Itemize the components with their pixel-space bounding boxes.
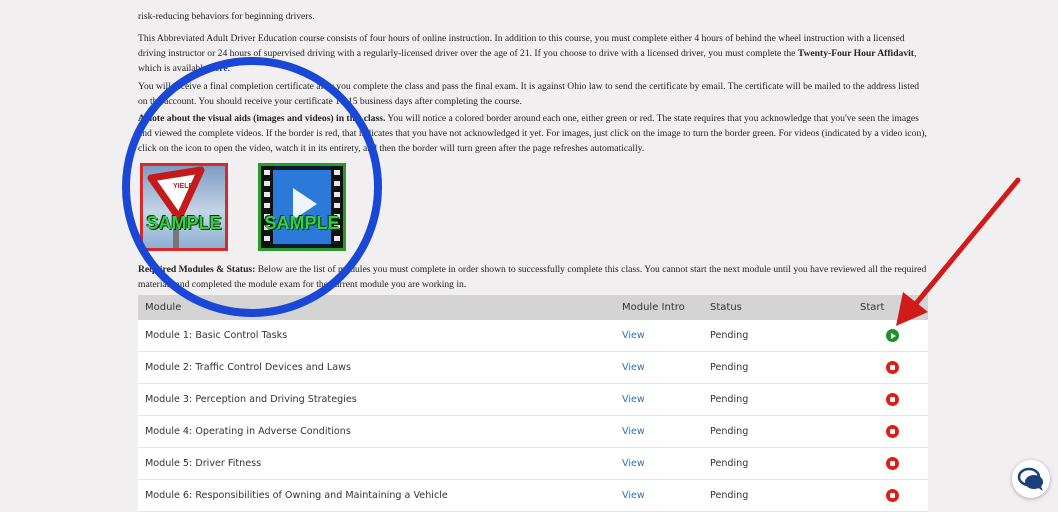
modules-table: Module Module Intro Status Start Module … bbox=[138, 295, 928, 512]
table-row: Module 4: Operating in Adverse Condition… bbox=[138, 416, 928, 448]
affidavit-label: Twenty-Four Hour Affidavit bbox=[797, 48, 915, 59]
stop-circle-icon bbox=[885, 361, 899, 374]
module-name: Module 6: Responsibilities of Owning and… bbox=[145, 490, 448, 501]
header-start: Start bbox=[860, 302, 885, 313]
visual-aids-heading: A note about the visual aids (images and… bbox=[138, 113, 386, 124]
sample-video-label: SAMPLE bbox=[264, 213, 340, 233]
view-intro-link[interactable]: View bbox=[622, 490, 645, 501]
table-row: Module 1: Basic Control Tasks View Pendi… bbox=[138, 320, 928, 352]
view-intro-link[interactable]: View bbox=[622, 362, 645, 373]
module-status: Pending bbox=[710, 490, 749, 501]
yield-sign-icon: YIELD bbox=[147, 166, 205, 248]
module-name: Module 4: Operating in Adverse Condition… bbox=[145, 426, 351, 437]
paragraph-certificate: You will receive a final completion cert… bbox=[138, 81, 919, 107]
chat-icon-graphic bbox=[1017, 467, 1043, 491]
view-intro-link[interactable]: View bbox=[622, 458, 645, 469]
stop-circle-icon bbox=[885, 393, 899, 406]
table-row: Module 5: Driver Fitness View Pending bbox=[138, 448, 928, 480]
affidavit-link[interactable]: here bbox=[210, 63, 228, 74]
course-info-text: This Abbreviated Adult Driver Education … bbox=[138, 33, 905, 59]
sample-video-thumbnail[interactable]: SAMPLE bbox=[258, 163, 346, 251]
paragraph-intro-tail: risk-reducing behaviors for beginning dr… bbox=[138, 11, 315, 22]
sample-image-thumbnail[interactable]: YIELD SAMPLE bbox=[140, 163, 228, 251]
paragraph-modules: Required Modules & Status: Below are the… bbox=[138, 262, 930, 292]
paragraph-visual-aids: A note about the visual aids (images and… bbox=[138, 111, 930, 156]
view-intro-link[interactable]: View bbox=[622, 330, 645, 341]
yield-sign-text: YIELD bbox=[173, 183, 194, 190]
course-info-end: . bbox=[227, 63, 231, 74]
stop-circle-icon bbox=[885, 425, 899, 438]
module-status: Pending bbox=[710, 362, 749, 373]
video-play-icon bbox=[261, 166, 343, 248]
header-status: Status bbox=[710, 302, 742, 313]
modules-text: Below are the list of modules you must c… bbox=[138, 264, 927, 290]
play-circle-icon[interactable] bbox=[885, 329, 899, 342]
header-module: Module bbox=[145, 302, 182, 313]
header-module-intro: Module Intro bbox=[622, 302, 685, 313]
view-intro-link[interactable]: View bbox=[622, 426, 645, 437]
table-row: Module 6: Responsibilities of Owning and… bbox=[138, 480, 928, 512]
module-name: Module 5: Driver Fitness bbox=[145, 458, 262, 469]
module-status: Pending bbox=[710, 394, 749, 405]
table-row: Module 2: Traffic Control Devices and La… bbox=[138, 352, 928, 384]
module-name: Module 3: Perception and Driving Strateg… bbox=[145, 394, 357, 405]
module-name: Module 2: Traffic Control Devices and La… bbox=[145, 362, 351, 373]
stop-circle-icon bbox=[885, 489, 899, 502]
module-status: Pending bbox=[710, 426, 749, 437]
module-name: Module 1: Basic Control Tasks bbox=[145, 330, 288, 341]
table-row: Module 3: Perception and Driving Strateg… bbox=[138, 384, 928, 416]
stop-circle-icon bbox=[885, 457, 899, 470]
modules-heading: Required Modules & Status: bbox=[138, 264, 256, 275]
view-intro-link[interactable]: View bbox=[622, 394, 645, 405]
sample-image-label: SAMPLE bbox=[146, 213, 222, 233]
module-status: Pending bbox=[710, 458, 749, 469]
chat-bubbles-icon[interactable] bbox=[1012, 460, 1050, 498]
table-header: Module Module Intro Status Start bbox=[138, 295, 928, 320]
module-status: Pending bbox=[710, 330, 749, 341]
paragraph-course-info: This Abbreviated Adult Driver Education … bbox=[138, 31, 930, 76]
